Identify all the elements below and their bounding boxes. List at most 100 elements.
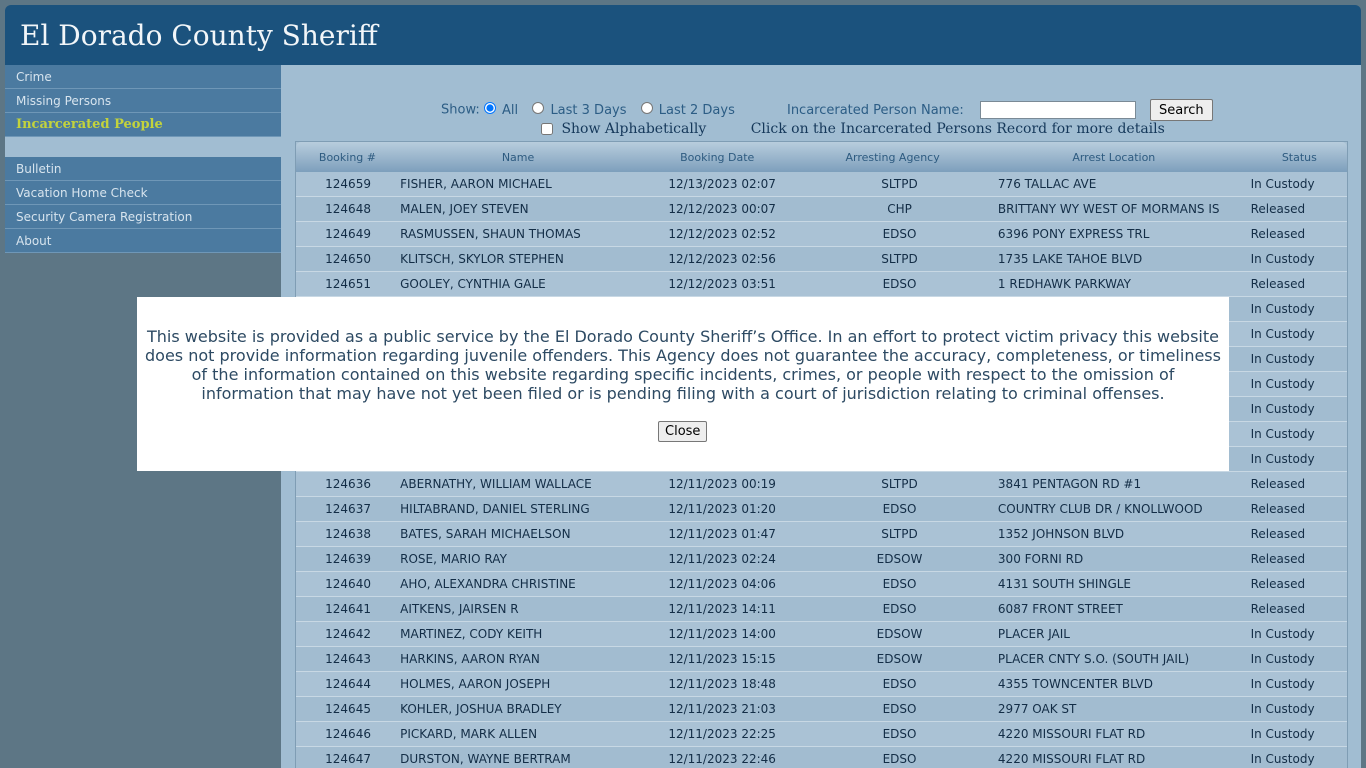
- header-name[interactable]: Name: [399, 142, 637, 172]
- close-button[interactable]: Close: [658, 421, 708, 442]
- radio-all-wrap: All: [483, 102, 518, 118]
- cell-booking-number: 124637: [325, 502, 371, 516]
- sidebar-item-vacation-home-check[interactable]: Vacation Home Check: [5, 181, 281, 205]
- cell-arresting-agency: EDSOW: [876, 552, 923, 566]
- table-row[interactable]: 124637 HILTABRAND, DANIEL STERLING 12/11/2…: [296, 497, 1347, 522]
- radio-last2-wrap: Last 2 Days: [640, 102, 735, 118]
- cell-name: AITKENS, JAIRSEN R: [400, 602, 519, 616]
- cell-status: In Custody: [1250, 302, 1315, 316]
- cell-status: Released: [1250, 477, 1306, 491]
- cell-arrest-location: 3841 PENTAGON RD #1: [997, 477, 1142, 491]
- cell-status: In Custody: [1250, 652, 1315, 666]
- cell-booking-number: 124644: [325, 677, 371, 691]
- cell-arresting-agency: EDSO: [882, 227, 917, 241]
- cell-name: KOHLER, JOSHUA BRADLEY: [400, 702, 562, 716]
- cell-status: In Custody: [1250, 677, 1315, 691]
- table-row[interactable]: 124643 HARKINS, AARON RYAN 12/11/2023 15:1…: [296, 647, 1347, 672]
- table-row[interactable]: 124636 ABERNATHY, WILLIAM WALLACE 12/11/20…: [296, 472, 1347, 497]
- sidebar-item-about[interactable]: About: [5, 229, 281, 253]
- radio-last-3-days[interactable]: [532, 102, 545, 114]
- cell-booking-date: 12/11/2023 01:47: [668, 527, 776, 541]
- table-row[interactable]: 124647 DURSTON, WAYNE BERTRAM 12/11/2023 2…: [296, 747, 1347, 768]
- cell-booking-number: 124643: [325, 652, 371, 666]
- show-alphabetically-label[interactable]: Show Alphabetically: [561, 121, 706, 137]
- name-search-label: Incarcerated Person Name:: [786, 102, 964, 118]
- table-row[interactable]: 124641 AITKENS, JAIRSEN R 12/11/2023 14:11…: [296, 597, 1347, 622]
- cell-arrest-location: 4220 MISSOURI FLAT RD: [997, 752, 1146, 766]
- cell-booking-number: 124650: [325, 252, 371, 266]
- site-title[interactable]: El Dorado County Sheriff: [20, 19, 378, 52]
- cell-booking-date: 12/12/2023 02:56: [668, 252, 776, 266]
- cell-booking-date: 12/12/2023 02:52: [668, 227, 776, 241]
- name-search-input[interactable]: [979, 101, 1136, 119]
- cell-status: Released: [1250, 202, 1306, 216]
- cell-arresting-agency: EDSO: [882, 602, 917, 616]
- cell-status: In Custody: [1250, 427, 1315, 441]
- cell-arrest-location: 1735 LAKE TAHOE BLVD: [997, 252, 1143, 266]
- cell-name: RASMUSSEN, SHAUN THOMAS: [400, 227, 581, 241]
- table-row[interactable]: 124659 FISHER, AARON MICHAEL 12/13/2023 02…: [296, 172, 1347, 197]
- radio-all[interactable]: [483, 102, 496, 114]
- header-agency[interactable]: Arresting Agency: [797, 142, 988, 172]
- table-row[interactable]: 124648 MALEN, JOEY STEVEN 12/12/2023 00:07…: [296, 197, 1347, 222]
- cell-name: MARTINEZ, CODY KEITH: [400, 627, 543, 641]
- cell-booking-number: 124649: [325, 227, 371, 241]
- table-row[interactable]: 124640 AHO, ALEXANDRA CHRISTINE 12/11/2023…: [296, 572, 1347, 597]
- cell-status: In Custody: [1250, 352, 1315, 366]
- table-row[interactable]: 124644 HOLMES, AARON JOSEPH 12/11/2023 18:…: [296, 672, 1347, 697]
- show-alphabetically-checkbox[interactable]: [541, 123, 553, 135]
- sidebar-item-incarcerated-people[interactable]: Incarcerated People: [5, 113, 281, 137]
- cell-status: Released: [1250, 527, 1306, 541]
- cell-status: In Custody: [1250, 452, 1315, 466]
- sidebar-item-crime[interactable]: Crime: [5, 65, 281, 89]
- cell-booking-number: 124646: [325, 727, 371, 741]
- table-row[interactable]: 124645 KOHLER, JOSHUA BRADLEY 12/11/2023 2…: [296, 697, 1347, 722]
- table-row[interactable]: 124638 BATES, SARAH MICHAELSON 12/11/2023 …: [296, 522, 1347, 547]
- table-row[interactable]: 124642 MARTINEZ, CODY KEITH 12/11/2023 14:…: [296, 622, 1347, 647]
- sidebar-item-missing-persons[interactable]: Missing Persons: [5, 89, 281, 113]
- cell-booking-number: 124642: [325, 627, 371, 641]
- cell-booking-date: 12/11/2023 22:25: [668, 727, 776, 741]
- header-location[interactable]: Arrest Location: [988, 142, 1238, 172]
- cell-status: Released: [1250, 502, 1306, 516]
- cell-booking-date: 12/12/2023 00:07: [668, 202, 776, 216]
- cell-arresting-agency: EDSO: [882, 727, 917, 741]
- table-row[interactable]: 124649 RASMUSSEN, SHAUN THOMAS 12/12/2023 …: [296, 222, 1347, 247]
- cell-booking-number: 124638: [325, 527, 371, 541]
- table-row[interactable]: 124646 PICKARD, MARK ALLEN 12/11/2023 22:2…: [296, 722, 1347, 747]
- cell-booking-number: 124641: [325, 602, 371, 616]
- cell-arresting-agency: EDSOW: [876, 627, 923, 641]
- cell-status: Released: [1250, 277, 1306, 291]
- cell-name: DURSTON, WAYNE BERTRAM: [400, 752, 571, 766]
- cell-arresting-agency: EDSO: [882, 752, 917, 766]
- table-row[interactable]: 124639 ROSE, MARIO RAY 12/11/2023 02:24 EDS…: [296, 547, 1347, 572]
- table-row[interactable]: 124650 KLITSCH, SKYLOR STEPHEN 12/12/2023 …: [296, 247, 1347, 272]
- header-booking-date[interactable]: Booking Date: [637, 142, 797, 172]
- header-status[interactable]: Status: [1238, 142, 1347, 172]
- cell-arresting-agency: EDSO: [882, 677, 917, 691]
- cell-arrest-location: 300 FORNI RD: [997, 552, 1084, 566]
- sidebar-item-security-camera-registration[interactable]: Security Camera Registration: [5, 205, 281, 229]
- table-row[interactable]: 124651 GOOLEY, CYNTHIA GALE 12/12/2023 03:…: [296, 272, 1347, 297]
- sidebar-item-bulletin[interactable]: Bulletin: [5, 157, 281, 181]
- cell-booking-date: 12/11/2023 15:15: [668, 652, 776, 666]
- cell-status: In Custody: [1250, 377, 1315, 391]
- cell-status: In Custody: [1250, 252, 1315, 266]
- cell-name: KLITSCH, SKYLOR STEPHEN: [400, 252, 564, 266]
- radio-last3-label[interactable]: Last 3 Days: [550, 103, 626, 118]
- radio-last-2-days[interactable]: [640, 102, 653, 114]
- search-button[interactable]: Search: [1150, 99, 1213, 121]
- cell-booking-number: 124659: [325, 177, 371, 191]
- cell-arresting-agency: EDSO: [882, 702, 917, 716]
- cell-status: In Custody: [1250, 627, 1315, 641]
- radio-last2-label[interactable]: Last 2 Days: [659, 103, 735, 118]
- radio-all-label[interactable]: All: [502, 103, 518, 118]
- cell-booking-date: 12/11/2023 00:19: [668, 477, 776, 491]
- cell-status: Released: [1250, 227, 1306, 241]
- header-booking[interactable]: Booking #: [296, 142, 399, 172]
- cell-name: HOLMES, AARON JOSEPH: [400, 677, 551, 691]
- cell-booking-date: 12/11/2023 02:24: [668, 552, 776, 566]
- cell-arrest-location: BRITTANY WY WEST OF MORMANS IS: [997, 202, 1220, 216]
- cell-arrest-location: 4131 SOUTH SHINGLE: [997, 577, 1132, 591]
- cell-name: PICKARD, MARK ALLEN: [400, 727, 538, 741]
